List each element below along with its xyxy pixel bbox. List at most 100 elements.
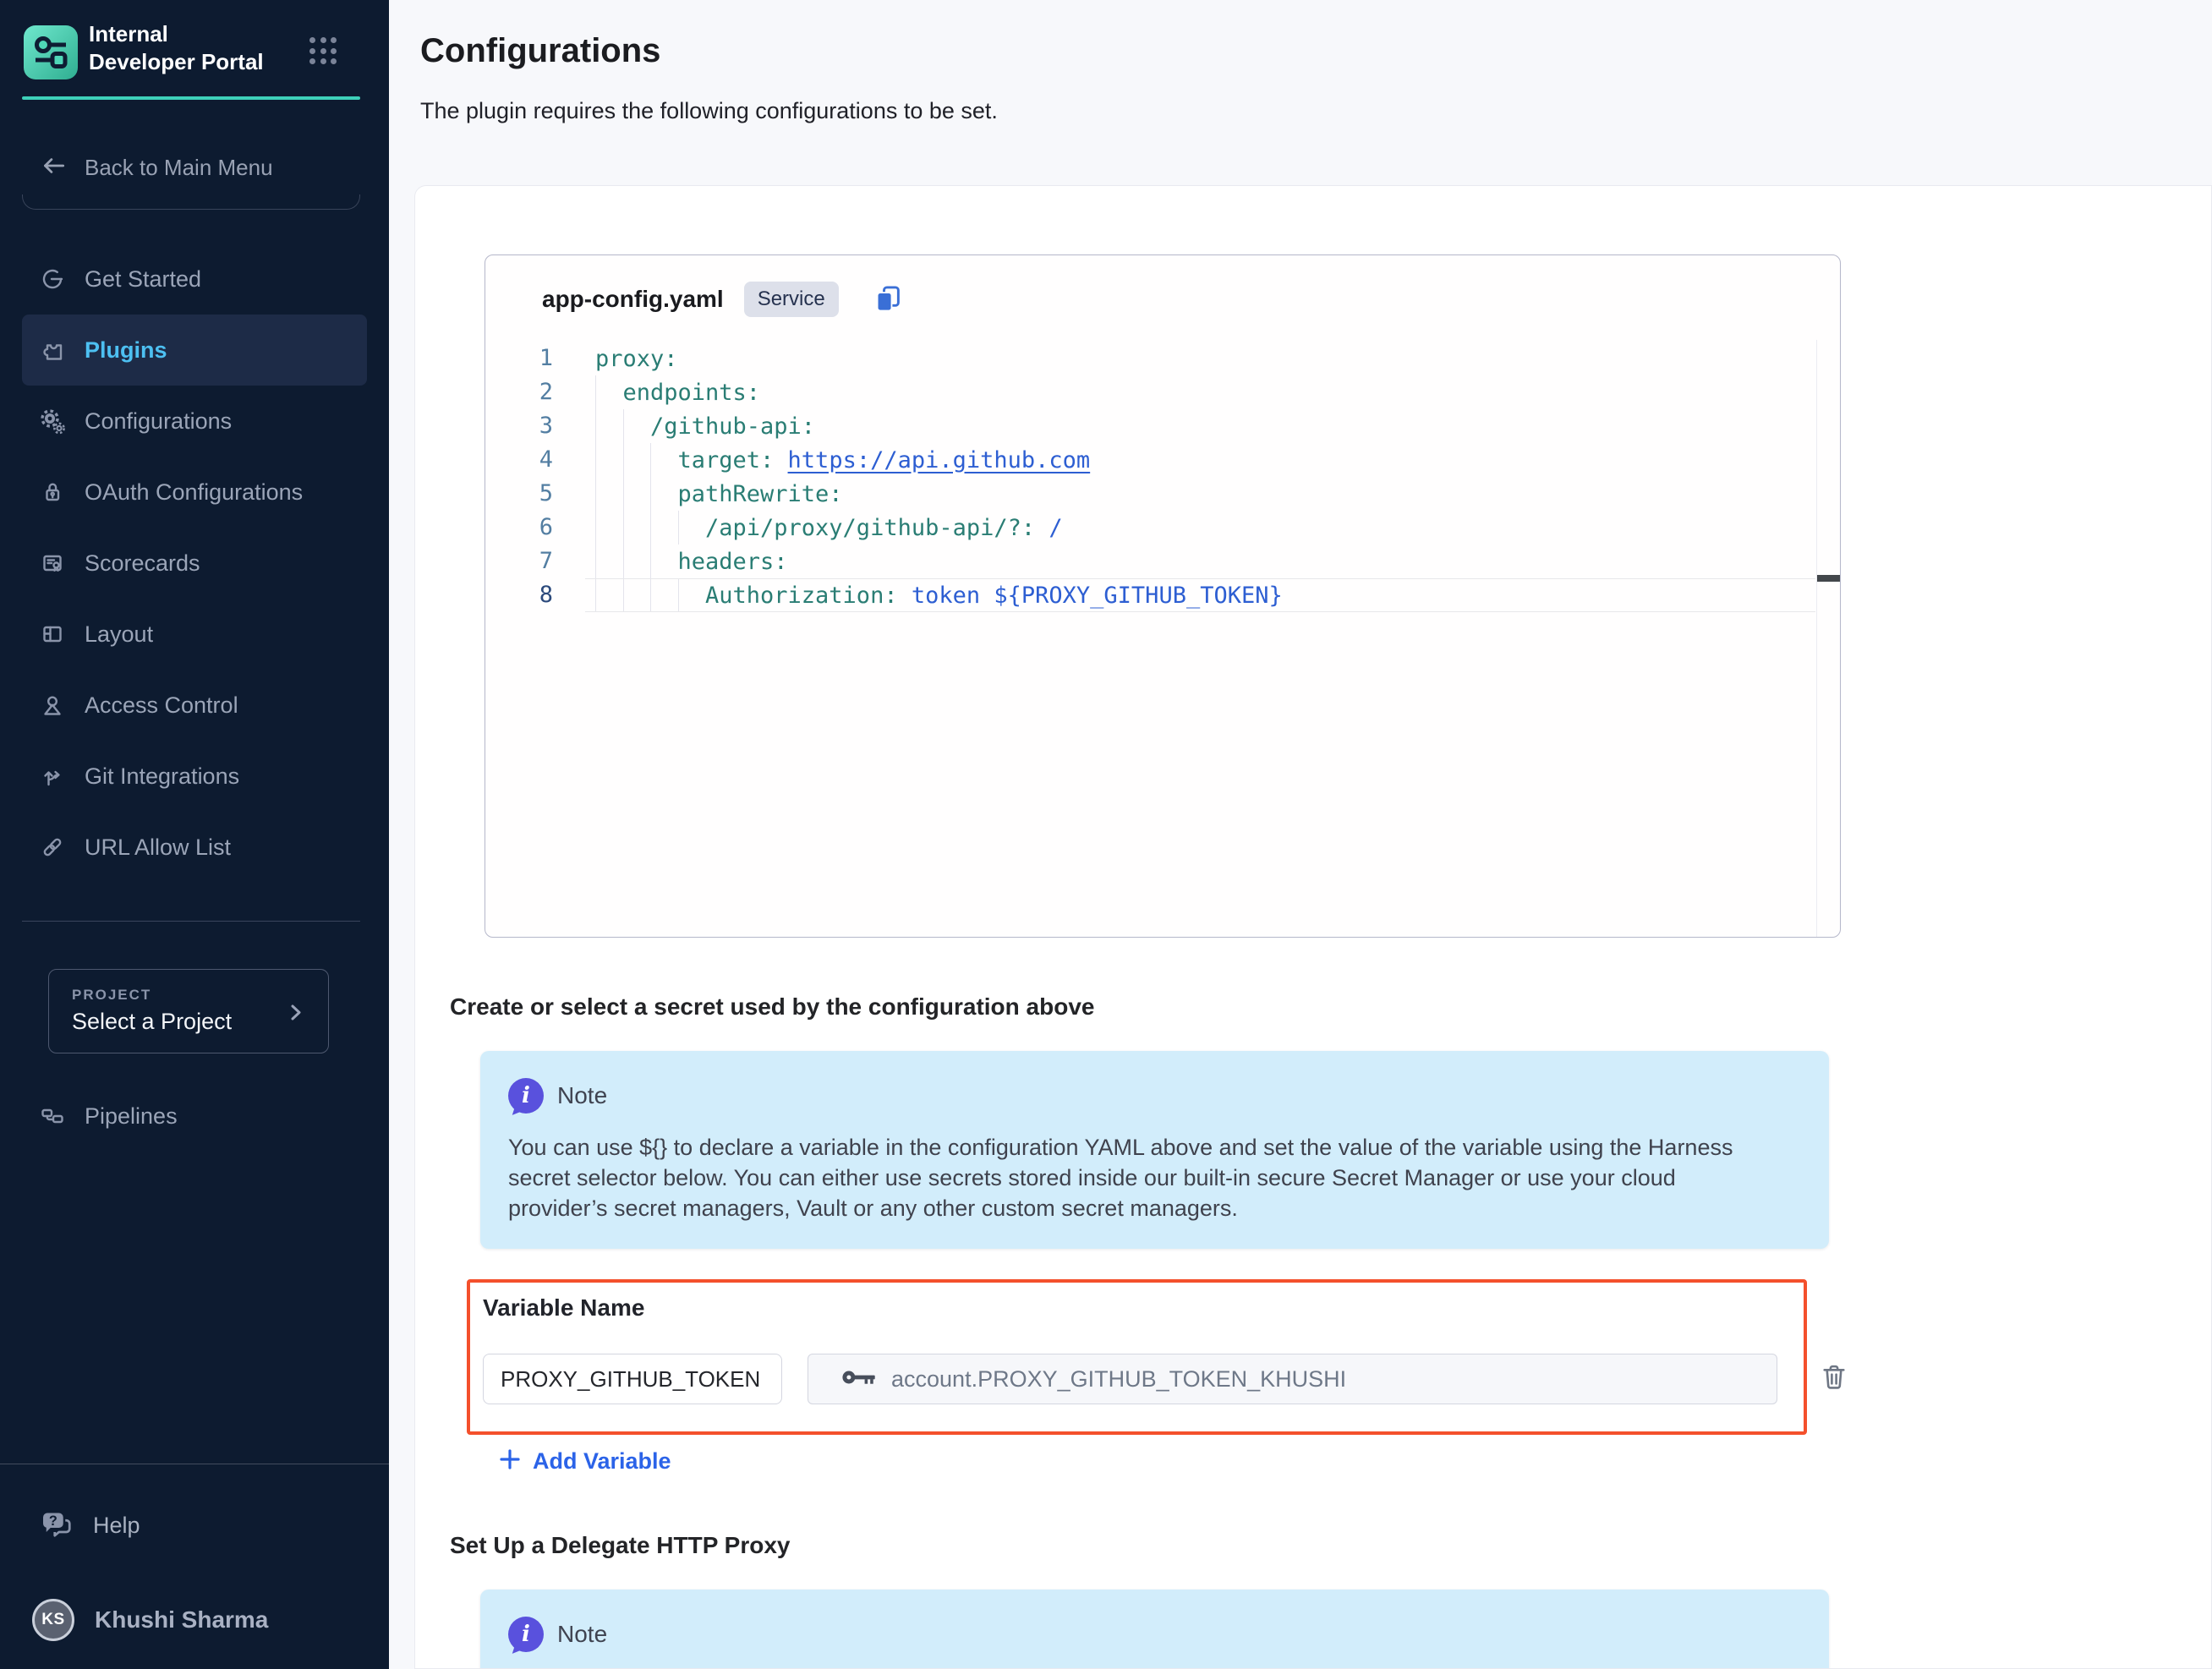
sidebar-item-label: Scorecards <box>85 550 200 577</box>
page-subtitle: The plugin requires the following config… <box>420 96 2212 125</box>
indent-guide <box>623 511 651 544</box>
variable-name-input[interactable] <box>483 1354 782 1404</box>
sidebar-item-label: Layout <box>85 621 153 648</box>
code-token: proxy: <box>595 346 678 372</box>
code-token: /github-api: <box>650 413 815 440</box>
indent-guide <box>650 443 678 477</box>
sidebar-item-access-control[interactable]: Access Control <box>22 670 367 741</box>
line-number: 2 <box>485 375 553 409</box>
delegate-section-heading: Set Up a Delegate HTTP Proxy <box>450 1532 2211 1559</box>
sidebar-nav: Get Started Plugins Configurations OAuth Co… <box>22 244 367 883</box>
pipelines-icon <box>39 1103 66 1130</box>
back-section-divider <box>22 194 360 210</box>
indent-guide <box>623 409 651 443</box>
sidebar-item-label: URL Allow List <box>85 834 231 861</box>
sidebar-item-label: Git Integrations <box>85 763 239 790</box>
editor-filename: app-config.yaml <box>542 286 724 313</box>
svg-text:?: ? <box>49 1513 57 1528</box>
note-box: i Note You can use ${} to declare a vari… <box>480 1051 1829 1249</box>
copy-icon[interactable] <box>873 284 903 315</box>
indent-guide <box>595 443 623 477</box>
line-number: 3 <box>485 409 553 443</box>
plus-icon <box>497 1447 523 1476</box>
note-title: Note <box>557 1082 607 1109</box>
code-token: /api/proxy/github-api/?: <box>705 515 1049 541</box>
help-button[interactable]: ? Help <box>39 1498 140 1552</box>
scorecards-icon <box>39 550 66 577</box>
line-number: 1 <box>485 342 553 375</box>
back-to-main-menu-button[interactable]: Back to Main Menu <box>39 152 273 183</box>
project-selector[interactable]: PROJECT Select a Project <box>48 969 329 1053</box>
module-grid-icon[interactable] <box>309 37 338 66</box>
code-token: endpoints: <box>623 380 761 406</box>
git-integrations-icon <box>39 763 66 790</box>
code-link[interactable]: https://api.github.com <box>788 447 1091 473</box>
avatar: KS <box>32 1599 74 1641</box>
code-area[interactable]: 1proxy:2endpoints:3/github-api:4target: … <box>485 342 1840 612</box>
sidebar-item-url-allow-list[interactable]: URL Allow List <box>22 812 367 883</box>
indent-guide <box>595 409 623 443</box>
app-logo[interactable] <box>24 25 78 79</box>
sidebar-item-label: Access Control <box>85 692 238 719</box>
cursor-line-marker <box>1817 575 1840 582</box>
app-title: Internal Developer Portal <box>89 20 275 76</box>
code-token: / <box>1049 515 1062 541</box>
code-line: 8Authorization: token ${PROXY_GITHUB_TOK… <box>485 578 1840 612</box>
layout-icon <box>39 621 66 648</box>
indent-guide <box>595 579 623 611</box>
sidebar-item-git-integrations[interactable]: Git Integrations <box>22 741 367 812</box>
indent-guide <box>623 477 651 511</box>
url-allow-list-icon <box>39 834 66 861</box>
secret-selector[interactable]: account.PROXY_GITHUB_TOKEN_KHUSHI <box>808 1354 1777 1404</box>
code-line: 7headers: <box>485 544 1840 578</box>
user-name: Khushi Sharma <box>95 1606 268 1633</box>
back-arrow-icon <box>39 151 68 184</box>
editor-header: app-config.yaml Service <box>485 255 1840 318</box>
sidebar-item-layout[interactable]: Layout <box>22 599 367 670</box>
note-body: You can use ${} to declare a variable in… <box>508 1132 1768 1223</box>
sidebar-item-label: Plugins <box>85 337 167 364</box>
code-token: headers: <box>678 549 788 575</box>
code-token: token ${PROXY_GITHUB_TOKEN} <box>912 583 1283 609</box>
sidebar-item-pipelines[interactable]: Pipelines <box>22 1081 367 1152</box>
indent-guide <box>678 579 706 611</box>
yaml-editor: app-config.yaml Service 1 proxy: 2 endpoint… <box>485 254 1841 938</box>
code-line: 1 proxy: <box>485 342 1840 375</box>
indent-guide <box>650 544 678 578</box>
sidebar-item-scorecards[interactable]: Scorecards <box>22 528 367 599</box>
indent-guide <box>595 544 623 578</box>
sidebar-item-plugins[interactable]: Plugins <box>22 315 367 386</box>
pipelines-section: Pipelines <box>22 1081 367 1152</box>
sidebar-item-label: OAuth Configurations <box>85 479 303 506</box>
user-menu[interactable]: KS Khushi Sharma <box>32 1595 268 1645</box>
main-content: Configurations The plugin requires the f… <box>389 0 2212 1669</box>
indent-guide <box>650 511 678 544</box>
sidebar: Internal Developer Portal Back to Main M… <box>0 0 389 1669</box>
code-line: 5pathRewrite: <box>485 477 1840 511</box>
service-badge: Service <box>744 282 839 317</box>
plugins-icon <box>39 337 66 364</box>
sidebar-item-get-started[interactable]: Get Started <box>22 244 367 315</box>
code-line: 2 endpoints: <box>485 375 1840 409</box>
editor-overview-ruler[interactable] <box>1816 340 1840 937</box>
sidebar-item-configurations[interactable]: Configurations <box>22 386 367 457</box>
add-variable-button[interactable]: Add Variable <box>497 1447 2211 1476</box>
note-box-2: i Note <box>480 1590 1829 1669</box>
code-line: 4target: https://api.github.com <box>485 443 1840 477</box>
info-icon: i <box>508 1617 544 1652</box>
code-line: 3/github-api: <box>485 409 1840 443</box>
configurations-icon <box>39 408 66 435</box>
indent-guide <box>595 511 623 544</box>
line-number: 4 <box>485 443 553 477</box>
delete-variable-icon[interactable] <box>1818 1360 1850 1397</box>
note-title: Note <box>557 1621 607 1648</box>
indent-guide <box>623 443 651 477</box>
variable-section: Variable Name ac <box>450 1279 2211 1435</box>
code-token: Authorization: <box>705 583 912 609</box>
code-token: pathRewrite: <box>678 481 843 507</box>
indent-guide <box>623 544 651 578</box>
oauth-icon <box>39 479 66 506</box>
secret-section-heading: Create or select a secret used by the co… <box>450 993 2211 1021</box>
variable-highlight-box: Variable Name ac <box>467 1279 1807 1435</box>
sidebar-item-oauth-configurations[interactable]: OAuth Configurations <box>22 457 367 528</box>
